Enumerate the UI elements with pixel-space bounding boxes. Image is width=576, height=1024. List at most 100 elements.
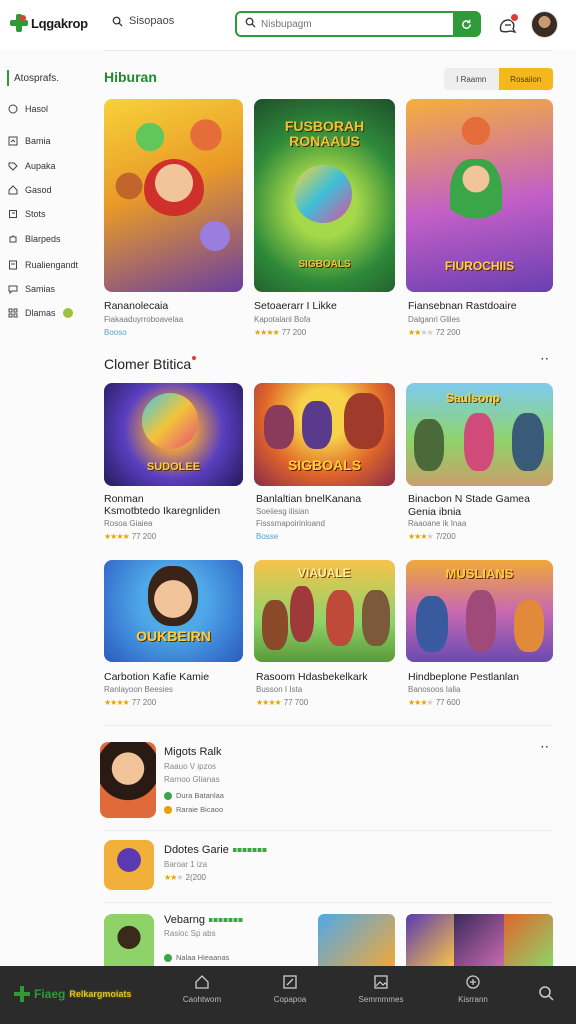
app-logo[interactable]: Lqgakrop (10, 14, 88, 32)
card-rating: ★★★★ 77 200 (104, 532, 157, 541)
sidebar-item-home[interactable]: Hasol (8, 102, 48, 116)
list-item-meta: Nalaa Hieaanas (164, 953, 229, 962)
nav-tab-semmmmes[interactable]: Semmmmes (346, 974, 416, 1004)
sidebar-item-label: Atosprafs. (14, 72, 60, 84)
sidebar-item-dlamas[interactable]: Dlamas (8, 306, 73, 320)
list-item-meta: Raraie Bicaoo (164, 805, 223, 814)
nav-tab-home[interactable]: Caohtwom (167, 974, 237, 1004)
card-meta: Booso (104, 328, 127, 337)
game-card[interactable]: Saulsonp (406, 383, 553, 486)
sidebar-item-label: Blarpeds (25, 234, 61, 244)
character-art (458, 113, 494, 149)
sidebar-item-blarpeds[interactable]: Blarpeds (8, 232, 61, 246)
thumbnail-strip (318, 914, 553, 966)
sidebar-item-stots[interactable]: Stots (8, 207, 46, 221)
nav-tab-kisrrann[interactable]: Kisrrann (438, 974, 508, 1004)
list-item-sub: Rasioc Sp abs (164, 929, 216, 938)
game-card[interactable]: MUSLIANS (406, 560, 553, 662)
list-item[interactable] (100, 742, 156, 818)
home-icon (195, 975, 209, 989)
card-rating: ★★★★ 7/200 (408, 532, 456, 541)
chat-icon (8, 285, 18, 294)
sidebar-item-samias[interactable]: Samias (8, 282, 55, 296)
sidebar-item-label: Rualiengandt (25, 260, 79, 270)
grid-dots-icon (8, 308, 18, 318)
game-card[interactable]: FIUROCHIIS (406, 99, 553, 292)
edit-icon (283, 975, 297, 989)
sidebar-item-aupaka[interactable]: Aupaka (8, 159, 56, 173)
bottom-search-button[interactable] (538, 985, 554, 1006)
list-item[interactable] (104, 914, 154, 966)
character-thumbnail (100, 742, 156, 818)
toggle-option[interactable]: I Raamn (444, 68, 499, 90)
nav-tab-copapoa[interactable]: Copapoa (255, 974, 325, 1004)
notification-badge (510, 13, 519, 22)
gold-dot-icon (164, 805, 172, 814)
card-title-line2: Ksmotbtedo Ikaregnliden (104, 505, 221, 517)
sidebar-item-active[interactable]: Atosprafs. (7, 70, 59, 86)
view-toggle: I Raamn Rosaiion (444, 68, 553, 90)
top-bar: Lqgakrop Sisopaos (0, 0, 576, 50)
search-submit-button[interactable] (453, 12, 480, 36)
game-card[interactable] (104, 99, 243, 292)
list-item-rating: ★★★ 2(200 (164, 873, 206, 882)
more-options-button[interactable]: ·· (541, 354, 550, 365)
card-title-line2: Genia ibnia (408, 506, 462, 518)
character-art (148, 566, 198, 626)
game-thumbnail[interactable] (406, 914, 454, 966)
bottom-brand[interactable]: Fiaeg Relkargmoiats (14, 986, 131, 1002)
character-art (464, 413, 494, 471)
puzzle-icon (9, 235, 17, 243)
card-title: Rananolecaia (104, 300, 169, 312)
card-rating: ★★★★ 77 200 (104, 698, 157, 707)
game-thumbnail[interactable] (318, 914, 395, 966)
game-thumbnail (104, 914, 154, 966)
card-art-subtitle: SIGBOALS (298, 259, 351, 270)
card-art-title: FIUROCHIIS (444, 259, 515, 273)
game-thumbnail[interactable] (504, 914, 553, 966)
avatar[interactable] (531, 11, 558, 38)
card-title: Ronman (104, 493, 144, 505)
sidebar-item-bamia[interactable]: Bamia (8, 134, 51, 148)
card-title: Binacbon N Stade Gamea (408, 493, 530, 505)
list-item-sub: Raauo V ipzos (164, 762, 217, 771)
character-art (514, 600, 544, 652)
list-item-name: Vebarng (164, 914, 243, 926)
game-card[interactable]: FUSBORAH RONAAUS SIGBOALS (254, 99, 395, 292)
search-input[interactable] (257, 13, 453, 35)
card-meta: Bosse (256, 532, 279, 541)
ball-art (142, 393, 198, 449)
sidebar-item-gasod[interactable]: Gasod (8, 183, 52, 197)
nav-tab-label: Caohtwom (182, 995, 222, 1004)
card-rating: ★★★★ 77 700 (256, 698, 309, 707)
star-icons: ★★★★ (104, 698, 130, 707)
divider (104, 725, 552, 726)
game-thumbnail[interactable] (454, 914, 504, 966)
green-dot-icon (164, 791, 172, 800)
game-card[interactable]: SIGBOALS (254, 383, 395, 486)
list-item[interactable] (104, 840, 154, 890)
sidebar-item-label: Dlamas (25, 308, 56, 318)
more-options-button[interactable]: ·· (541, 742, 550, 753)
card-subtitle: Busson I Ista (256, 685, 303, 694)
sidebar-item-rualiengandt[interactable]: Rualiengandt (8, 258, 78, 272)
game-card[interactable]: OUKBEIRN (104, 560, 243, 662)
toggle-option-active[interactable]: Rosaiion (498, 68, 553, 90)
character-art (466, 590, 496, 652)
card-title: Rasoom Hdasbekelkark (256, 671, 368, 683)
card-title: Setoaerarr I Likke (254, 300, 337, 312)
character-art (132, 119, 168, 155)
notification-button[interactable] (497, 13, 519, 35)
list-item-name: Migots Ralk (164, 746, 222, 758)
card-subtitle: Dalganri Gliles (408, 315, 461, 324)
character-art (326, 590, 354, 646)
card-art-title: SUDOLEE (146, 461, 201, 473)
card-title: Fiansebnan Rastdoaire (408, 300, 517, 312)
card-art-title: SIGBOALS (287, 457, 362, 473)
nav-search-label: Sisopaos (129, 15, 175, 27)
sidebar-item-label: Stots (25, 209, 46, 219)
game-card[interactable]: VIAUALE (254, 560, 395, 662)
divider (104, 830, 552, 831)
nav-search-link[interactable]: Sisopaos (112, 15, 174, 27)
game-card[interactable]: SUDOLEE (104, 383, 243, 486)
